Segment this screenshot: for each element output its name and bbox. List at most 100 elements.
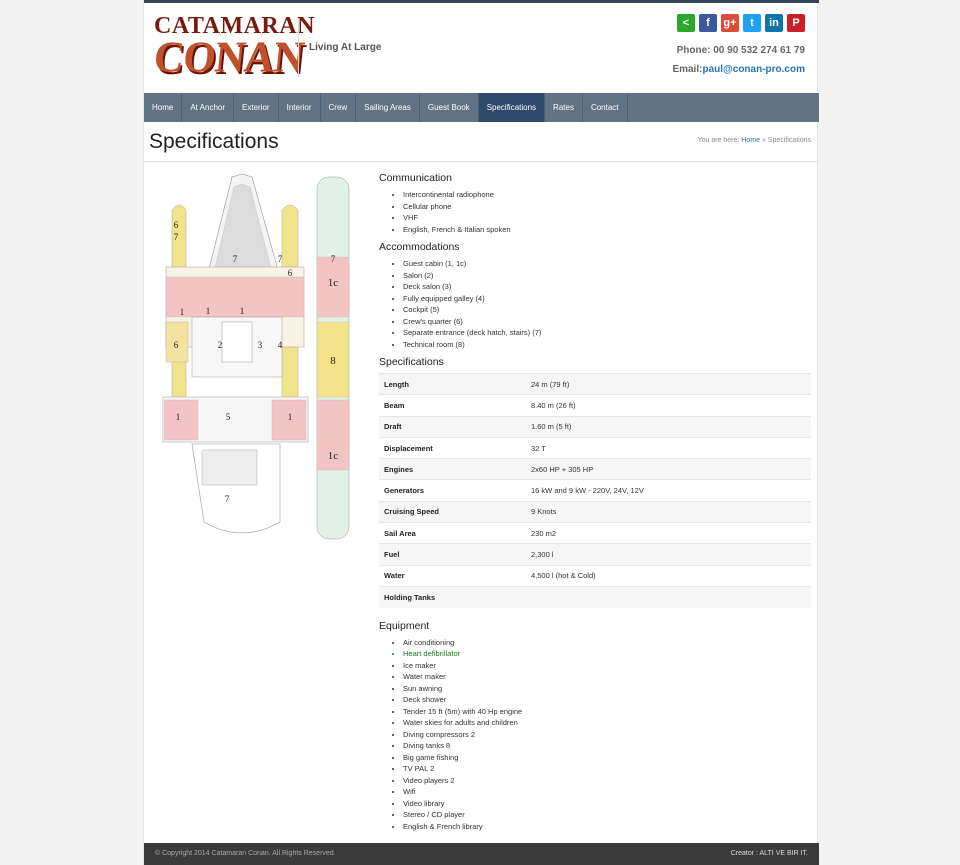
spec-value: 1.60 m (5 ft): [526, 415, 811, 438]
equipment-heading: Equipment: [379, 619, 430, 632]
list-item: Heart defibrillator: [403, 648, 811, 660]
list-item: English & French library: [403, 821, 811, 833]
deck-plan-label: 7: [233, 254, 238, 264]
breadcrumb-separator: »: [761, 137, 766, 144]
nav-item-contact[interactable]: Contact: [583, 93, 628, 122]
title-divider: [144, 161, 819, 162]
deck-plan-label: 1: [176, 412, 181, 422]
phone-number: Phone: 00 90 532 274 61 79: [676, 45, 805, 56]
nav-item-guest-book[interactable]: Guest Book: [420, 93, 479, 122]
breadcrumb: You are here: Home » Specifications: [698, 137, 811, 144]
table-row: Displacement 32 T: [379, 436, 811, 459]
spec-label: Holding Tanks: [379, 585, 526, 608]
main-navigation: Home At Anchor Exterior Interior Crew Sailing…: [144, 93, 819, 122]
table-row: Cruising Speed 9 Knots: [379, 500, 811, 523]
deck-plan-label: 6: [174, 340, 179, 350]
deck-plan-label: 7: [331, 254, 336, 264]
spec-value: 4,500 l (hot & Cold): [526, 564, 811, 587]
list-item: Deck shower: [403, 694, 811, 706]
list-item: Water skies for adults and children: [403, 717, 811, 729]
table-row: Sail Area 230 m2: [379, 522, 811, 544]
list-item: Diving tanks 8: [403, 740, 811, 752]
table-row: Beam 8.40 m (26 ft): [379, 394, 811, 417]
page-title: Specifications: [149, 130, 279, 153]
footer-copyright: © Copyright 2014 Catamaran Conan. All Ri…: [155, 850, 336, 857]
table-row: Water 4,500 l (hot & Cold): [379, 564, 811, 587]
email-line: Email:paul@conan-pro.com: [672, 64, 805, 75]
spec-label: Displacement: [379, 436, 526, 459]
pinterest-icon[interactable]: P: [787, 14, 805, 32]
spec-value: 230 m2: [526, 522, 811, 544]
top-accent-bar: [144, 0, 819, 3]
table-row: Generators 16 kW and 9 kW - 220V, 24V, 12…: [379, 479, 811, 502]
list-item: English, French & Italian spoken: [403, 224, 811, 236]
table-row: Draft 1.60 m (5 ft): [379, 415, 811, 438]
deck-plan-label: 1c: [328, 450, 339, 462]
list-item: Tender 15 ft (5m) with 40 Hp engine: [403, 706, 811, 718]
specs-content: Communication Intercontinental radiophon…: [379, 172, 811, 838]
share-icon[interactable]: <: [677, 14, 695, 32]
logo-line2: CONAN: [151, 33, 306, 83]
list-item: Video library: [403, 798, 811, 810]
list-item: Water maker: [403, 671, 811, 683]
linkedin-icon[interactable]: in: [765, 14, 783, 32]
deck-plan-label: 1: [240, 306, 245, 316]
table-row: Holding Tanks: [379, 585, 811, 608]
social-links: < f g+ t in P: [677, 14, 805, 32]
site-tagline: Living At Large: [309, 42, 382, 53]
list-item: Big game fishing: [403, 752, 811, 764]
nav-item-at-anchor[interactable]: At Anchor: [182, 93, 235, 122]
nav-item-rates[interactable]: Rates: [545, 93, 583, 122]
list-item: Cellular phone: [403, 201, 811, 213]
site-logo[interactable]: CATAMARAN CONAN: [151, 14, 314, 83]
list-item: Sun awning: [403, 683, 811, 695]
specifications-table: Length 24 m (79 ft) Beam 8.40 m (26 ft) Draf…: [379, 372, 811, 608]
deck-plan-label: 7: [225, 494, 230, 504]
page-container: CATAMARAN CONAN Living At Large < f g+ t in P…: [143, 0, 819, 865]
nav-item-home[interactable]: Home: [144, 93, 183, 122]
facebook-icon[interactable]: f: [699, 14, 717, 32]
spec-value: 16 kW and 9 kW - 220V, 24V, 12V: [526, 479, 811, 502]
spec-value: 2x60 HP + 305 HP: [526, 458, 811, 480]
email-link[interactable]: paul@conan-pro.com: [702, 64, 805, 75]
deck-plan-label: 8: [330, 355, 336, 367]
breadcrumb-home-link[interactable]: Home: [741, 137, 760, 144]
spec-value: 32 T: [526, 436, 811, 459]
spec-label: Engines: [379, 458, 526, 480]
spec-label: Fuel: [379, 543, 526, 566]
footer-creator[interactable]: Creator : ALTI VE BIR IT.: [731, 850, 808, 857]
nav-item-exterior[interactable]: Exterior: [234, 93, 279, 122]
list-item: Intercontinental radiophone: [403, 189, 811, 201]
nav-item-crew[interactable]: Crew: [321, 93, 357, 122]
nav-item-interior[interactable]: Interior: [279, 93, 321, 122]
spec-value: [526, 585, 811, 608]
deck-plan-label: 1: [206, 306, 211, 316]
list-item: Diving compressors 2: [403, 729, 811, 741]
spec-value: 8.40 m (26 ft): [526, 394, 811, 417]
spec-label: Water: [379, 564, 526, 587]
list-item: Air conditioning: [403, 637, 811, 649]
list-item: Crew's quarter (6): [403, 316, 811, 328]
list-item: Wifi: [403, 786, 811, 798]
list-item: Stereo / CD player: [403, 809, 811, 821]
spec-value: 9 Knots: [526, 500, 811, 523]
footer: © Copyright 2014 Catamaran Conan. All Ri…: [144, 843, 819, 865]
list-item: TV PAL 2: [403, 763, 811, 775]
deck-plan-label: 1c: [328, 277, 339, 289]
nav-item-sailing-areas[interactable]: Sailing Areas: [356, 93, 420, 122]
spec-label: Beam: [379, 394, 526, 417]
spec-value: 24 m (79 ft): [526, 372, 811, 395]
communication-heading: Communication: [379, 172, 452, 184]
specifications-heading: Specifications: [379, 356, 444, 368]
deck-plan-label: 5: [226, 412, 231, 422]
list-item: Fully equipped galley (4): [403, 293, 811, 305]
twitter-icon[interactable]: t: [743, 14, 761, 32]
list-item: Ice maker: [403, 660, 811, 672]
nav-item-specifications[interactable]: Specifications: [478, 93, 546, 122]
list-item: Deck salon (3): [403, 281, 811, 293]
list-item: Video players 2: [403, 775, 811, 787]
google-plus-icon[interactable]: g+: [721, 14, 739, 32]
list-item: Guest cabin (1, 1c): [403, 258, 811, 270]
deck-plan-label: 6: [288, 268, 293, 278]
deck-plan-label: 6: [174, 220, 179, 230]
